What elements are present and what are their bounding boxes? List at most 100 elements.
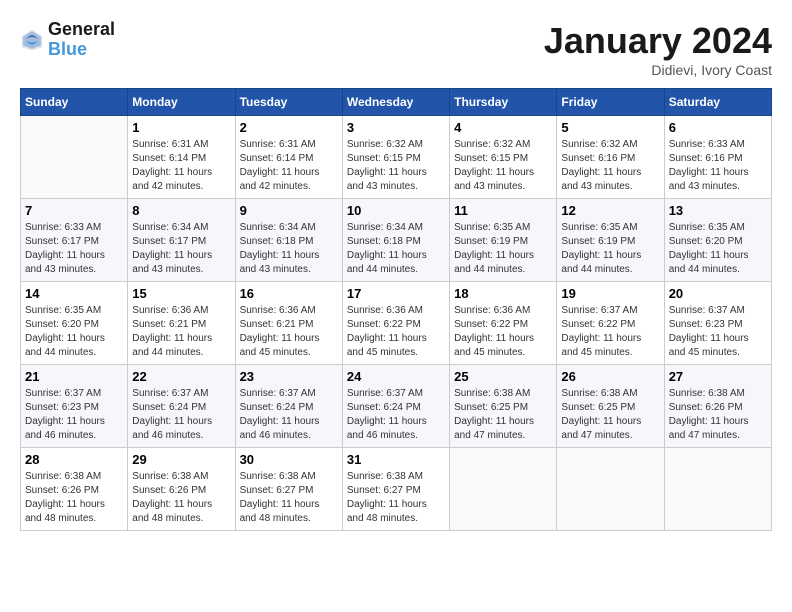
day-cell: 1 Sunrise: 6:31 AM Sunset: 6:14 PM Daylig…: [128, 116, 235, 199]
day-number: 9: [240, 203, 338, 218]
day-number: 20: [669, 286, 767, 301]
col-tuesday: Tuesday: [235, 89, 342, 116]
day-number: 19: [561, 286, 659, 301]
day-number: 1: [132, 120, 230, 135]
day-number: 6: [669, 120, 767, 135]
day-number: 24: [347, 369, 445, 384]
day-info: Sunrise: 6:37 AM Sunset: 6:23 PM Dayligh…: [669, 304, 767, 360]
day-info: Sunrise: 6:37 AM Sunset: 6:24 PM Dayligh…: [240, 387, 338, 443]
week-row-4: 21Sunrise: 6:37 AM Sunset: 6:23 PM Dayli…: [21, 365, 772, 448]
day-cell: 26 Sunrise: 6:38 AM Sunset: 6:25 PM Dayli…: [557, 365, 664, 448]
location: Didievi, Ivory Coast: [544, 62, 772, 78]
logo-line2: Blue: [48, 40, 115, 60]
day-cell: 3 Sunrise: 6:32 AM Sunset: 6:15 PM Daylig…: [342, 116, 449, 199]
day-number: 10: [347, 203, 445, 218]
day-cell: [450, 448, 557, 531]
logo-icon: [20, 28, 44, 52]
day-info: Sunrise: 6:31 AM Sunset: 6:14 PM Dayligh…: [132, 138, 230, 194]
day-info: Sunrise: 6:37 AM Sunset: 6:23 PM Dayligh…: [25, 387, 123, 443]
day-number: 12: [561, 203, 659, 218]
day-cell: 4Sunrise: 6:32 AM Sunset: 6:15 PM Daylig…: [450, 116, 557, 199]
day-cell: 29 Sunrise: 6:38 AM Sunset: 6:26 PM Dayli…: [128, 448, 235, 531]
day-cell: 24Sunrise: 6:37 AM Sunset: 6:24 PM Dayli…: [342, 365, 449, 448]
day-info: Sunrise: 6:36 AM Sunset: 6:22 PM Dayligh…: [454, 304, 552, 360]
day-info: Sunrise: 6:32 AM Sunset: 6:15 PM Dayligh…: [347, 138, 445, 194]
day-cell: 6 Sunrise: 6:33 AM Sunset: 6:16 PM Daylig…: [664, 116, 771, 199]
day-cell: 12 Sunrise: 6:35 AM Sunset: 6:19 PM Dayli…: [557, 199, 664, 282]
day-cell: [557, 448, 664, 531]
day-info: Sunrise: 6:38 AM Sunset: 6:25 PM Dayligh…: [561, 387, 659, 443]
col-friday: Friday: [557, 89, 664, 116]
day-info: Sunrise: 6:31 AM Sunset: 6:14 PM Dayligh…: [240, 138, 338, 194]
day-info: Sunrise: 6:37 AM Sunset: 6:22 PM Dayligh…: [561, 304, 659, 360]
day-cell: 14Sunrise: 6:35 AM Sunset: 6:20 PM Dayli…: [21, 282, 128, 365]
day-cell: 31 Sunrise: 6:38 AM Sunset: 6:27 PM Dayli…: [342, 448, 449, 531]
day-info: Sunrise: 6:38 AM Sunset: 6:27 PM Dayligh…: [347, 470, 445, 526]
day-cell: 27Sunrise: 6:38 AM Sunset: 6:26 PM Dayli…: [664, 365, 771, 448]
day-info: Sunrise: 6:33 AM Sunset: 6:16 PM Dayligh…: [669, 138, 767, 194]
day-number: 25: [454, 369, 552, 384]
col-sunday: Sunday: [21, 89, 128, 116]
day-number: 2: [240, 120, 338, 135]
day-info: Sunrise: 6:34 AM Sunset: 6:18 PM Dayligh…: [347, 221, 445, 277]
day-cell: 23 Sunrise: 6:37 AM Sunset: 6:24 PM Dayli…: [235, 365, 342, 448]
day-info: Sunrise: 6:33 AM Sunset: 6:17 PM Dayligh…: [25, 221, 123, 277]
logo: General Blue: [20, 20, 115, 60]
col-wednesday: Wednesday: [342, 89, 449, 116]
day-number: 11: [454, 203, 552, 218]
day-number: 5: [561, 120, 659, 135]
page-header: General Blue January 2024 Didievi, Ivory…: [20, 20, 772, 78]
day-cell: 5 Sunrise: 6:32 AM Sunset: 6:16 PM Daylig…: [557, 116, 664, 199]
day-info: Sunrise: 6:37 AM Sunset: 6:24 PM Dayligh…: [132, 387, 230, 443]
col-saturday: Saturday: [664, 89, 771, 116]
day-cell: [21, 116, 128, 199]
day-cell: [664, 448, 771, 531]
day-number: 22: [132, 369, 230, 384]
day-info: Sunrise: 6:35 AM Sunset: 6:19 PM Dayligh…: [561, 221, 659, 277]
day-cell: 11 Sunrise: 6:35 AM Sunset: 6:19 PM Dayli…: [450, 199, 557, 282]
day-number: 29: [132, 452, 230, 467]
day-cell: 8Sunrise: 6:34 AM Sunset: 6:17 PM Daylig…: [128, 199, 235, 282]
day-info: Sunrise: 6:38 AM Sunset: 6:25 PM Dayligh…: [454, 387, 552, 443]
week-row-5: 28Sunrise: 6:38 AM Sunset: 6:26 PM Dayli…: [21, 448, 772, 531]
day-cell: 17Sunrise: 6:36 AM Sunset: 6:22 PM Dayli…: [342, 282, 449, 365]
day-info: Sunrise: 6:38 AM Sunset: 6:26 PM Dayligh…: [132, 470, 230, 526]
week-row-1: 1 Sunrise: 6:31 AM Sunset: 6:14 PM Daylig…: [21, 116, 772, 199]
day-number: 26: [561, 369, 659, 384]
day-info: Sunrise: 6:36 AM Sunset: 6:21 PM Dayligh…: [132, 304, 230, 360]
day-info: Sunrise: 6:36 AM Sunset: 6:21 PM Dayligh…: [240, 304, 338, 360]
day-info: Sunrise: 6:34 AM Sunset: 6:17 PM Dayligh…: [132, 221, 230, 277]
day-cell: 19 Sunrise: 6:37 AM Sunset: 6:22 PM Dayli…: [557, 282, 664, 365]
day-number: 31: [347, 452, 445, 467]
day-cell: 13 Sunrise: 6:35 AM Sunset: 6:20 PM Dayli…: [664, 199, 771, 282]
day-info: Sunrise: 6:38 AM Sunset: 6:26 PM Dayligh…: [25, 470, 123, 526]
day-cell: 9 Sunrise: 6:34 AM Sunset: 6:18 PM Daylig…: [235, 199, 342, 282]
day-info: Sunrise: 6:32 AM Sunset: 6:16 PM Dayligh…: [561, 138, 659, 194]
week-row-3: 14Sunrise: 6:35 AM Sunset: 6:20 PM Dayli…: [21, 282, 772, 365]
logo-line1: General: [48, 20, 115, 40]
day-cell: 7Sunrise: 6:33 AM Sunset: 6:17 PM Daylig…: [21, 199, 128, 282]
day-cell: 25 Sunrise: 6:38 AM Sunset: 6:25 PM Dayli…: [450, 365, 557, 448]
day-cell: 28Sunrise: 6:38 AM Sunset: 6:26 PM Dayli…: [21, 448, 128, 531]
day-cell: 2 Sunrise: 6:31 AM Sunset: 6:14 PM Daylig…: [235, 116, 342, 199]
day-cell: 16 Sunrise: 6:36 AM Sunset: 6:21 PM Dayli…: [235, 282, 342, 365]
col-thursday: Thursday: [450, 89, 557, 116]
header-row: Sunday Monday Tuesday Wednesday Thursday…: [21, 89, 772, 116]
day-number: 30: [240, 452, 338, 467]
day-info: Sunrise: 6:35 AM Sunset: 6:20 PM Dayligh…: [669, 221, 767, 277]
day-info: Sunrise: 6:35 AM Sunset: 6:20 PM Dayligh…: [25, 304, 123, 360]
title-block: January 2024 Didievi, Ivory Coast: [544, 20, 772, 78]
day-number: 23: [240, 369, 338, 384]
day-info: Sunrise: 6:38 AM Sunset: 6:26 PM Dayligh…: [669, 387, 767, 443]
day-info: Sunrise: 6:35 AM Sunset: 6:19 PM Dayligh…: [454, 221, 552, 277]
day-info: Sunrise: 6:38 AM Sunset: 6:27 PM Dayligh…: [240, 470, 338, 526]
day-info: Sunrise: 6:32 AM Sunset: 6:15 PM Dayligh…: [454, 138, 552, 194]
day-info: Sunrise: 6:34 AM Sunset: 6:18 PM Dayligh…: [240, 221, 338, 277]
day-cell: 30 Sunrise: 6:38 AM Sunset: 6:27 PM Dayli…: [235, 448, 342, 531]
day-number: 13: [669, 203, 767, 218]
day-number: 16: [240, 286, 338, 301]
day-cell: 10 Sunrise: 6:34 AM Sunset: 6:18 PM Dayli…: [342, 199, 449, 282]
day-cell: 18Sunrise: 6:36 AM Sunset: 6:22 PM Dayli…: [450, 282, 557, 365]
day-number: 3: [347, 120, 445, 135]
day-number: 17: [347, 286, 445, 301]
